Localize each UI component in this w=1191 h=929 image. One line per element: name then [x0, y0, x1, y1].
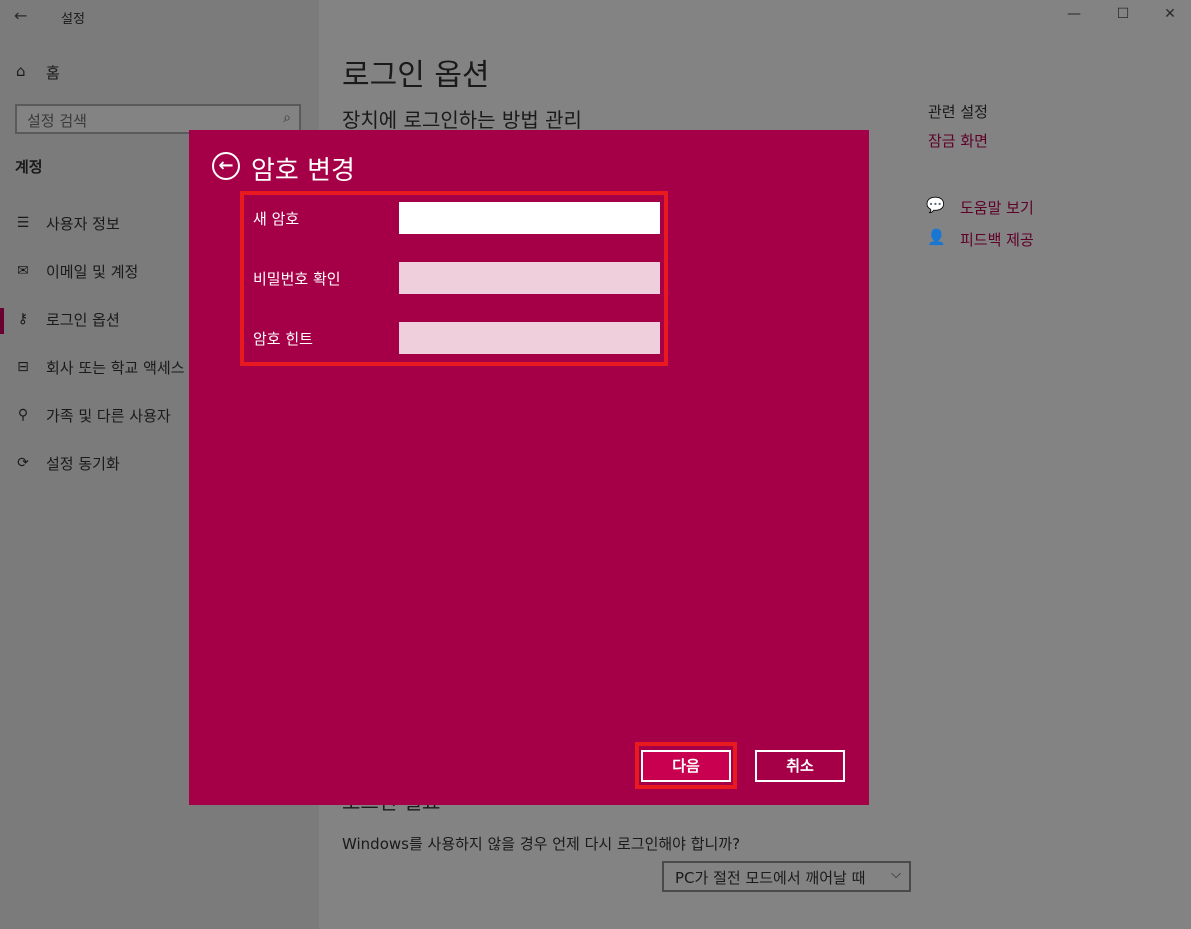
help-row[interactable]: 💬 도움말 보기: [926, 196, 1106, 220]
window-title: 설정: [61, 12, 85, 27]
signin-required-dropdown[interactable]: PC가 절전 모드에서 깨어날 때 ⌵: [662, 861, 911, 892]
feedback-link[interactable]: 피드백 제공: [960, 229, 1034, 250]
chevron-down-icon: ⌵: [891, 867, 901, 882]
sidebar-item-label: 회사 또는 학교 액세스: [46, 359, 185, 377]
signin-question: Windows를 사용하지 않을 경우 언제 다시 로그인해야 합니까?: [342, 835, 741, 853]
feedback-person-icon: 👤: [927, 228, 946, 246]
section-title: 계정: [15, 158, 43, 176]
sidebar-item-label: 이메일 및 계정: [46, 263, 139, 281]
minimize-button[interactable]: —: [1064, 4, 1084, 24]
change-password-dialog: ← 암호 변경 새 암호 비밀번호 확인 암호 힌트 다음 취소: [189, 130, 869, 805]
new-password-label: 새 암호: [253, 210, 300, 228]
sidebar-item-label: 가족 및 다른 사용자: [46, 407, 171, 425]
sidebar-item-label: 로그인 옵션: [46, 311, 120, 329]
page-subtitle: 장치에 로그인하는 방법 관리: [342, 108, 582, 132]
dialog-title: 암호 변경: [251, 156, 355, 186]
page-title: 로그인 옵션: [342, 58, 490, 93]
lock-screen-link[interactable]: 잠금 화면: [928, 130, 988, 151]
search-icon[interactable]: ⌕: [283, 110, 291, 126]
back-arrow-icon[interactable]: ←: [14, 6, 27, 25]
home-icon: ⌂: [16, 62, 26, 80]
home-label: 홈: [46, 64, 60, 82]
dropdown-value: PC가 절전 모드에서 깨어날 때: [675, 869, 866, 887]
new-password-input[interactable]: [399, 202, 660, 234]
close-button[interactable]: ✕: [1160, 4, 1180, 24]
briefcase-icon: ⊟: [17, 359, 29, 375]
key-icon: ⚷: [17, 311, 29, 327]
back-circle-icon[interactable]: ←: [212, 152, 240, 180]
sidebar-item-label: 사용자 정보: [46, 215, 120, 233]
related-settings-heading: 관련 설정: [928, 103, 988, 121]
cancel-button[interactable]: 취소: [755, 750, 845, 782]
mail-icon: ✉: [17, 263, 29, 279]
sidebar-item-label: 설정 동기화: [46, 455, 120, 473]
maximize-button[interactable]: ☐: [1113, 4, 1133, 24]
confirm-password-label: 비밀번호 확인: [253, 270, 341, 288]
search-placeholder: 설정 검색: [27, 112, 87, 130]
confirm-password-input[interactable]: [399, 262, 660, 294]
sync-icon: ⟳: [17, 455, 29, 471]
feedback-row[interactable]: 👤 피드백 제공: [926, 228, 1106, 252]
next-button[interactable]: 다음: [641, 750, 731, 782]
password-hint-input[interactable]: [399, 322, 660, 354]
user-info-icon: ☰: [16, 215, 30, 231]
home-item[interactable]: ⌂ 홈: [0, 56, 319, 88]
password-hint-label: 암호 힌트: [253, 330, 313, 348]
person-add-icon: ⚲: [17, 407, 29, 423]
help-link[interactable]: 도움말 보기: [960, 197, 1034, 218]
help-chat-icon: 💬: [926, 196, 945, 214]
